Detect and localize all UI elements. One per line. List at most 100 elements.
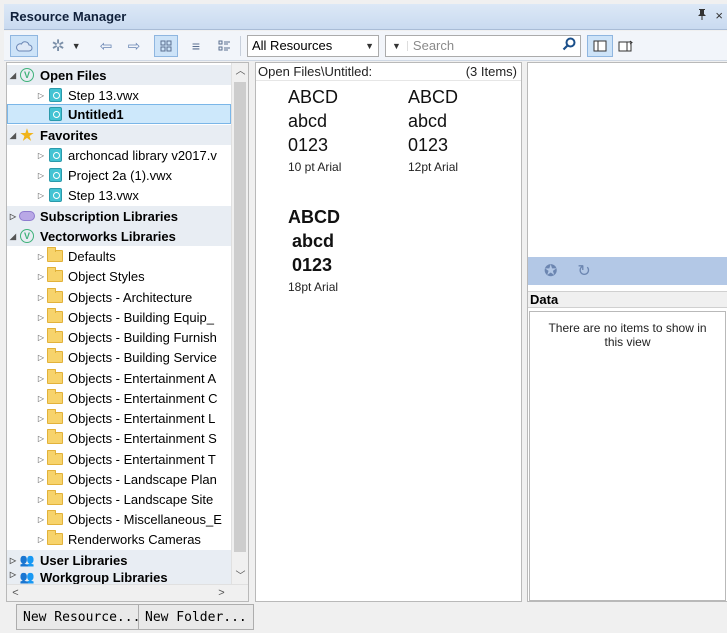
tree-item-label: Step 13.vwx xyxy=(68,87,139,103)
file-icon xyxy=(47,188,63,202)
expanded-triangle-icon[interactable]: ◢ xyxy=(7,232,19,241)
settings-menu-button[interactable]: ✲ ▼ xyxy=(44,35,88,57)
collapsed-triangle-icon[interactable]: ▷ xyxy=(35,414,47,423)
scroll-thumb[interactable] xyxy=(234,82,246,552)
close-icon[interactable]: × xyxy=(715,8,723,23)
tree-horizontal-scrollbar[interactable]: < > xyxy=(7,584,248,601)
collapsed-triangle-icon[interactable]: ▷ xyxy=(35,191,47,200)
pin-icon[interactable] xyxy=(697,8,707,23)
folder-icon xyxy=(47,530,63,546)
tree-folder[interactable]: ▷ Objects - Landscape Plan xyxy=(7,469,231,489)
preview-line: ABCD xyxy=(288,207,340,227)
tree-group-open-files[interactable]: ◢ V Open Files xyxy=(7,65,231,85)
collapsed-triangle-icon[interactable]: ▷ xyxy=(35,353,47,362)
tree-group-vectorworks-libraries[interactable]: ◢ V Vectorworks Libraries xyxy=(7,226,231,246)
rotate-view-icon[interactable]: ↻ xyxy=(577,261,590,281)
list-view-button[interactable]: ≡ xyxy=(184,35,208,57)
search-input[interactable]: Search xyxy=(408,38,454,53)
detail-view-button[interactable] xyxy=(212,35,236,57)
forward-button[interactable]: ⇨ xyxy=(120,35,148,57)
back-button[interactable]: ⇦ xyxy=(92,35,120,57)
new-folder-button[interactable]: New Folder... xyxy=(138,604,254,630)
tree-folder[interactable]: ▷ Objects - Building Equip_ xyxy=(7,307,231,327)
collapsed-triangle-icon[interactable]: ▷ xyxy=(7,556,19,565)
search-box[interactable]: ▼ Search xyxy=(385,34,581,57)
tree-folder[interactable]: ▷ Objects - Entertainment S xyxy=(7,428,231,448)
tree-folder-label: Renderworks Cameras xyxy=(68,531,201,547)
tree-folder[interactable]: ▷ Objects - Entertainment A xyxy=(7,368,231,388)
tree-item-open-file[interactable]: ▷ Step 13.vwx xyxy=(7,85,231,105)
resource-thumbnail[interactable]: ABCD abcd 0123 18pt Arial xyxy=(288,205,398,294)
single-pane-button[interactable] xyxy=(587,34,613,57)
toolbar-separator xyxy=(240,35,241,56)
resource-filter-select[interactable]: All Resources ▼ xyxy=(247,34,379,57)
tree-folder[interactable]: ▷ Objects - Architecture xyxy=(7,287,231,307)
detail-list-icon xyxy=(218,40,230,50)
collapsed-triangle-icon[interactable]: ▷ xyxy=(35,171,47,180)
tree-item-favorite[interactable]: ▷ Project 2a (1).vwx xyxy=(7,165,231,185)
search-icon[interactable] xyxy=(562,37,576,54)
collapsed-triangle-icon[interactable]: ▷ xyxy=(35,535,47,544)
collapsed-triangle-icon[interactable]: ▷ xyxy=(35,333,47,342)
window-titlebar: Resource Manager × xyxy=(4,4,727,30)
expanded-triangle-icon[interactable]: ◢ xyxy=(7,131,19,140)
tree-folder[interactable]: ▷ Objects - Building Service xyxy=(7,347,231,367)
collapsed-triangle-icon[interactable]: ▷ xyxy=(7,212,19,221)
scroll-left-arrow-icon[interactable]: < xyxy=(7,585,24,601)
resource-thumbnail[interactable]: ABCD abcd 0123 10 pt Arial xyxy=(288,85,398,174)
scroll-down-arrow-icon[interactable]: ﹀ xyxy=(232,568,248,585)
tree-group-favorites[interactable]: ◢ ★ Favorites xyxy=(7,125,231,145)
tree-folder[interactable]: ▷ Objects - Miscellaneous_E xyxy=(7,509,231,529)
cloud-toggle-button[interactable] xyxy=(10,34,38,57)
tree-group-workgroup-libraries[interactable]: ▷ 👥 Workgroup Libraries xyxy=(7,570,231,584)
collapsed-triangle-icon[interactable]: ▷ xyxy=(35,313,47,322)
collapsed-triangle-icon[interactable]: ▷ xyxy=(35,455,47,464)
collapsed-triangle-icon[interactable]: ▷ xyxy=(35,272,47,281)
collapsed-triangle-icon[interactable]: ▷ xyxy=(35,374,47,383)
scroll-right-arrow-icon[interactable]: > xyxy=(213,585,230,601)
render-mode-icon[interactable]: ✪ xyxy=(544,261,557,281)
thumbnail-view-button[interactable] xyxy=(154,34,178,57)
tree-group-subscription-libraries[interactable]: ▷ Subscription Libraries xyxy=(7,206,231,226)
tree-folder-label: Objects - Landscape Plan xyxy=(68,471,217,487)
folder-icon xyxy=(47,247,63,263)
tree-folder[interactable]: ▷ Objects - Entertainment L xyxy=(7,408,231,428)
tree-folder-label: Objects - Entertainment A xyxy=(68,370,217,386)
tree-group-user-libraries[interactable]: ▷ 👥 User Libraries xyxy=(7,550,231,570)
tree-folder[interactable]: ▷ Objects - Building Furnish xyxy=(7,327,231,347)
tree-folder[interactable]: ▷ Object Styles xyxy=(7,266,231,286)
collapsed-triangle-icon[interactable]: ▷ xyxy=(35,91,47,100)
collapsed-triangle-icon[interactable]: ▷ xyxy=(35,434,47,443)
tree-folder[interactable]: ▷ Objects - Entertainment C xyxy=(7,388,231,408)
tree-folder[interactable]: ▷ Objects - Entertainment T xyxy=(7,449,231,469)
tree-vertical-scrollbar[interactable]: ︿ ﹀ xyxy=(231,63,248,585)
folder-icon xyxy=(47,308,63,324)
collapsed-triangle-icon[interactable]: ▷ xyxy=(35,252,47,261)
preview-line: ABCD xyxy=(288,87,339,107)
preview-pane-button[interactable] xyxy=(615,35,637,57)
search-scope-dropdown[interactable]: ▼ xyxy=(386,40,408,51)
resource-thumbnail[interactable]: ABCD abcd 0123 12pt Arial xyxy=(408,85,518,174)
resource-browser-pane: Open Files\Untitled: (3 Items) ABCD abcd… xyxy=(255,62,522,602)
new-resource-button[interactable]: New Resource... xyxy=(16,604,148,630)
folder-icon xyxy=(47,288,63,304)
tree-folder[interactable]: ▷ Renderworks Cameras xyxy=(7,529,231,549)
tree-item-favorite[interactable]: ▷ archoncad library v2017.v xyxy=(7,145,231,165)
collapsed-triangle-icon[interactable]: ▷ xyxy=(35,151,47,160)
collapsed-triangle-icon[interactable]: ▷ xyxy=(7,570,19,579)
tree-folder-label: Objects - Entertainment L xyxy=(68,410,216,426)
resource-name: 10 pt Arial xyxy=(288,160,342,174)
collapsed-triangle-icon[interactable]: ▷ xyxy=(35,293,47,302)
tree-folder[interactable]: ▷ Objects - Landscape Site xyxy=(7,489,231,509)
collapsed-triangle-icon[interactable]: ▷ xyxy=(35,475,47,484)
collapsed-triangle-icon[interactable]: ▷ xyxy=(35,515,47,524)
chevron-down-icon: ▼ xyxy=(365,40,374,51)
browser-header: Open Files\Untitled: (3 Items) xyxy=(256,63,521,81)
scroll-up-arrow-icon[interactable]: ︿ xyxy=(232,63,248,80)
expanded-triangle-icon[interactable]: ◢ xyxy=(7,71,19,80)
collapsed-triangle-icon[interactable]: ▷ xyxy=(35,394,47,403)
tree-folder[interactable]: ▷ Defaults xyxy=(7,246,231,266)
tree-item-favorite[interactable]: ▷ Step 13.vwx xyxy=(7,185,231,205)
tree-item-untitled-selected[interactable]: Untitled1 xyxy=(7,104,231,124)
collapsed-triangle-icon[interactable]: ▷ xyxy=(35,495,47,504)
